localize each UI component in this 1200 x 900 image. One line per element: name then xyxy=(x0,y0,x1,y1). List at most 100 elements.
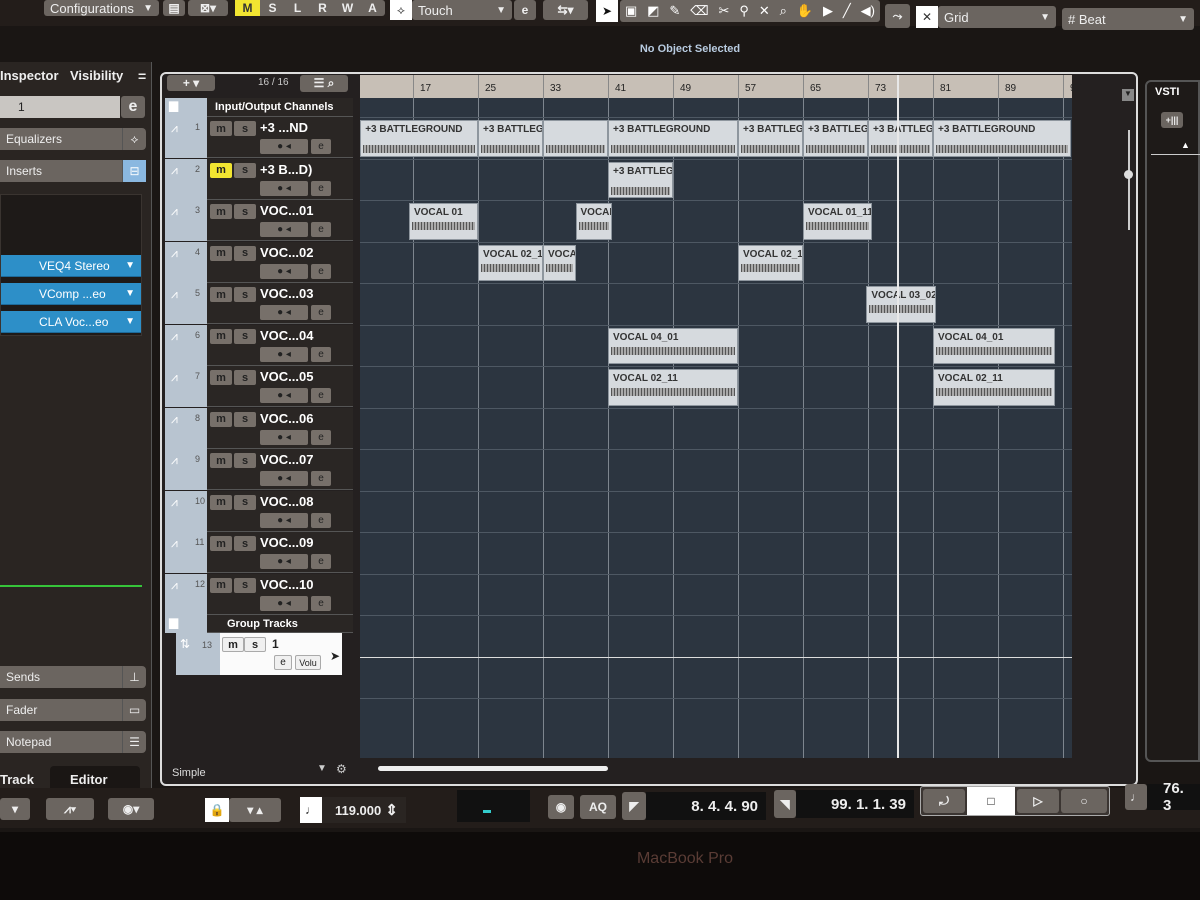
record-monitor-buttons[interactable]: ● ◂ xyxy=(260,222,308,237)
track-row[interactable]: ⩘ 8 m s VOC...06 ● ◂ e xyxy=(165,407,353,449)
solo-button[interactable]: s xyxy=(234,577,256,593)
automation-mode-a[interactable]: A xyxy=(360,0,385,16)
audio-event[interactable]: VOCAL 03_02 xyxy=(866,286,937,323)
tab-track[interactable]: Track xyxy=(0,772,34,787)
volume-field[interactable]: Volu xyxy=(295,655,321,670)
record-icon[interactable]: ○ xyxy=(1061,789,1107,813)
track-row[interactable]: ⩘ 2 m s +3 B...D) ● ◂ e xyxy=(165,158,353,200)
solo-button[interactable]: s xyxy=(234,370,256,385)
edit-icon[interactable]: e xyxy=(311,388,331,403)
record-monitor-buttons[interactable]: ● ◂ xyxy=(260,263,308,279)
automation-mode-w[interactable]: W xyxy=(335,0,360,16)
track-name-field[interactable]: 1 xyxy=(0,96,120,118)
snap-type-dropdown[interactable]: Grid ▼ xyxy=(938,6,1056,28)
hand-tool-icon[interactable]: ✋ xyxy=(797,3,813,19)
edit-channel-icon[interactable]: e xyxy=(121,96,145,118)
solo-button[interactable]: s xyxy=(234,204,256,219)
automation-mode-l[interactable]: L xyxy=(285,0,310,16)
snap-toggle-icon[interactable]: ⤳ xyxy=(885,4,910,28)
horizontal-scrollbar[interactable] xyxy=(378,766,608,771)
record-monitor-buttons[interactable]: ● ◂ xyxy=(260,554,308,569)
mute-button[interactable]: m xyxy=(222,637,244,652)
record-monitor-buttons[interactable]: ● ◂ xyxy=(260,512,308,528)
section-inserts[interactable]: Inserts ⊟ xyxy=(0,160,146,182)
solo-button[interactable]: s xyxy=(234,453,256,468)
edit-icon[interactable]: e xyxy=(514,0,536,20)
audio-event[interactable]: VOCAL xyxy=(575,203,613,240)
add-instrument-icon[interactable]: +||| xyxy=(1161,112,1183,128)
solo-button[interactable]: s xyxy=(234,287,256,302)
track-row[interactable]: ⩘ 5 m s VOC...03 ● ◂ e xyxy=(165,283,353,324)
audio-event[interactable]: +3 BATTLEGROUND xyxy=(478,120,543,157)
automation-mode-dropdown[interactable]: Touch ▼ xyxy=(412,0,512,20)
audio-event[interactable]: VOCAL 01_11 xyxy=(803,203,873,240)
vertical-zoom-slider[interactable] xyxy=(1128,130,1130,230)
track-row[interactable]: ⩘ 11 m s VOC...09 ● ◂ e xyxy=(165,532,353,573)
audio-event[interactable]: VOCAL 04_01 xyxy=(933,327,1055,364)
aq-button[interactable]: AQ xyxy=(580,795,616,819)
solo-button[interactable]: s xyxy=(234,245,256,261)
track-row[interactable]: ⩘ 12 m s VOC...10 ● ◂ e xyxy=(165,573,353,615)
audio-event[interactable]: VOCAL 02_1 xyxy=(738,244,803,281)
mute-button[interactable]: m xyxy=(210,162,232,178)
record-monitor-buttons[interactable]: ● ◂ xyxy=(260,471,308,486)
mute-button[interactable]: m xyxy=(210,287,232,302)
tab-vsti[interactable]: VSTI xyxy=(1155,86,1179,98)
cycle-icon[interactable]: ⤾ xyxy=(923,789,965,813)
mute-button[interactable]: m xyxy=(210,328,232,344)
track-row[interactable]: ⩘ 10 m s VOC...08 ● ◂ e xyxy=(165,490,353,532)
play-tool-icon[interactable]: ◀) xyxy=(861,3,875,19)
mute-button[interactable]: m xyxy=(210,121,232,136)
draw-tool-icon[interactable]: ✎ xyxy=(669,3,680,19)
audio-event[interactable]: +3 BATTLEGROUND xyxy=(608,161,673,198)
range-tool-icon[interactable]: ◩ xyxy=(647,3,659,19)
folder-io-channels[interactable]: ▆ Input/Output Channels xyxy=(165,98,353,117)
preset-dropdown-icon[interactable]: ▼ xyxy=(317,763,327,774)
section-fader[interactable]: Fader ▭ xyxy=(0,699,146,721)
tab-visibility[interactable]: Visibility xyxy=(70,68,123,83)
record-monitor-buttons[interactable]: ● ◂ xyxy=(260,595,308,611)
edit-icon[interactable]: e xyxy=(311,305,331,320)
audio-event[interactable]: +3 BATTLEGROUND xyxy=(868,120,933,157)
left-locator[interactable]: 8. 4. 4. 90 xyxy=(646,792,766,820)
left-locator-icon[interactable]: ◤ xyxy=(622,792,646,820)
audio-event[interactable]: VOCAL 02_1 xyxy=(478,244,543,281)
solo-button[interactable]: s xyxy=(234,536,256,551)
stepper-icon[interactable]: ⇕ xyxy=(385,801,398,819)
tab-inspector[interactable]: Inspector xyxy=(0,64,60,86)
bypass-icon[interactable]: ⊟ xyxy=(122,160,146,182)
automation-mode-m[interactable]: M xyxy=(235,0,260,16)
group-track-row[interactable]: ⇅ 13 m s 1 e Volu ➤ xyxy=(176,633,342,675)
record-monitor-buttons[interactable]: ● ◂ xyxy=(260,429,308,445)
edit-icon[interactable]: e xyxy=(311,512,331,528)
right-locator-icon[interactable]: ◥ xyxy=(774,790,796,818)
tempo-field[interactable]: 119.000 ⇕ xyxy=(322,797,406,823)
mute-button[interactable]: m xyxy=(210,204,232,219)
arrow-tool-icon[interactable]: ➤ xyxy=(596,0,618,22)
edit-icon[interactable]: e xyxy=(311,222,331,237)
insert-slot[interactable]: VComp ...eo ▼ xyxy=(1,283,141,305)
quantize-dropdown[interactable]: # Beat ▼ xyxy=(1062,8,1194,30)
mute-button[interactable]: m xyxy=(210,453,232,468)
solo-button[interactable]: s xyxy=(234,162,256,178)
solo-button[interactable]: s xyxy=(234,328,256,344)
mute-button[interactable]: m xyxy=(210,245,232,261)
audio-event[interactable]: VOCAL 04_01 xyxy=(608,327,738,364)
solo-button[interactable]: s xyxy=(244,637,266,652)
inspector-menu-icon[interactable]: = xyxy=(138,68,146,84)
insert-slot[interactable]: CLA Voc...eo ▼ xyxy=(1,311,141,333)
edit-icon[interactable]: e xyxy=(311,139,331,154)
section-sends[interactable]: Sends ⊥ xyxy=(0,666,146,688)
object-selection-tool-icon[interactable]: ▣ xyxy=(625,3,637,19)
sync-icon[interactable]: ◉ xyxy=(548,795,574,819)
ruler[interactable]: 17 25 33 41 49 57 65 73 81 89 97 xyxy=(360,75,1081,98)
gear-icon[interactable]: ⚙ xyxy=(336,762,347,776)
chevron-down-icon[interactable]: ▼ xyxy=(1122,89,1134,101)
mute-button[interactable]: m xyxy=(210,536,232,551)
split-tool-icon[interactable]: ✂ xyxy=(719,3,730,19)
ruler-cursor[interactable] xyxy=(897,75,900,98)
add-track-button[interactable]: + ▾ xyxy=(167,75,215,91)
mute-button[interactable]: m xyxy=(210,370,232,385)
glue-tool-icon[interactable]: ⚲ xyxy=(739,3,749,19)
record-monitor-buttons[interactable]: ● ◂ xyxy=(260,346,308,362)
